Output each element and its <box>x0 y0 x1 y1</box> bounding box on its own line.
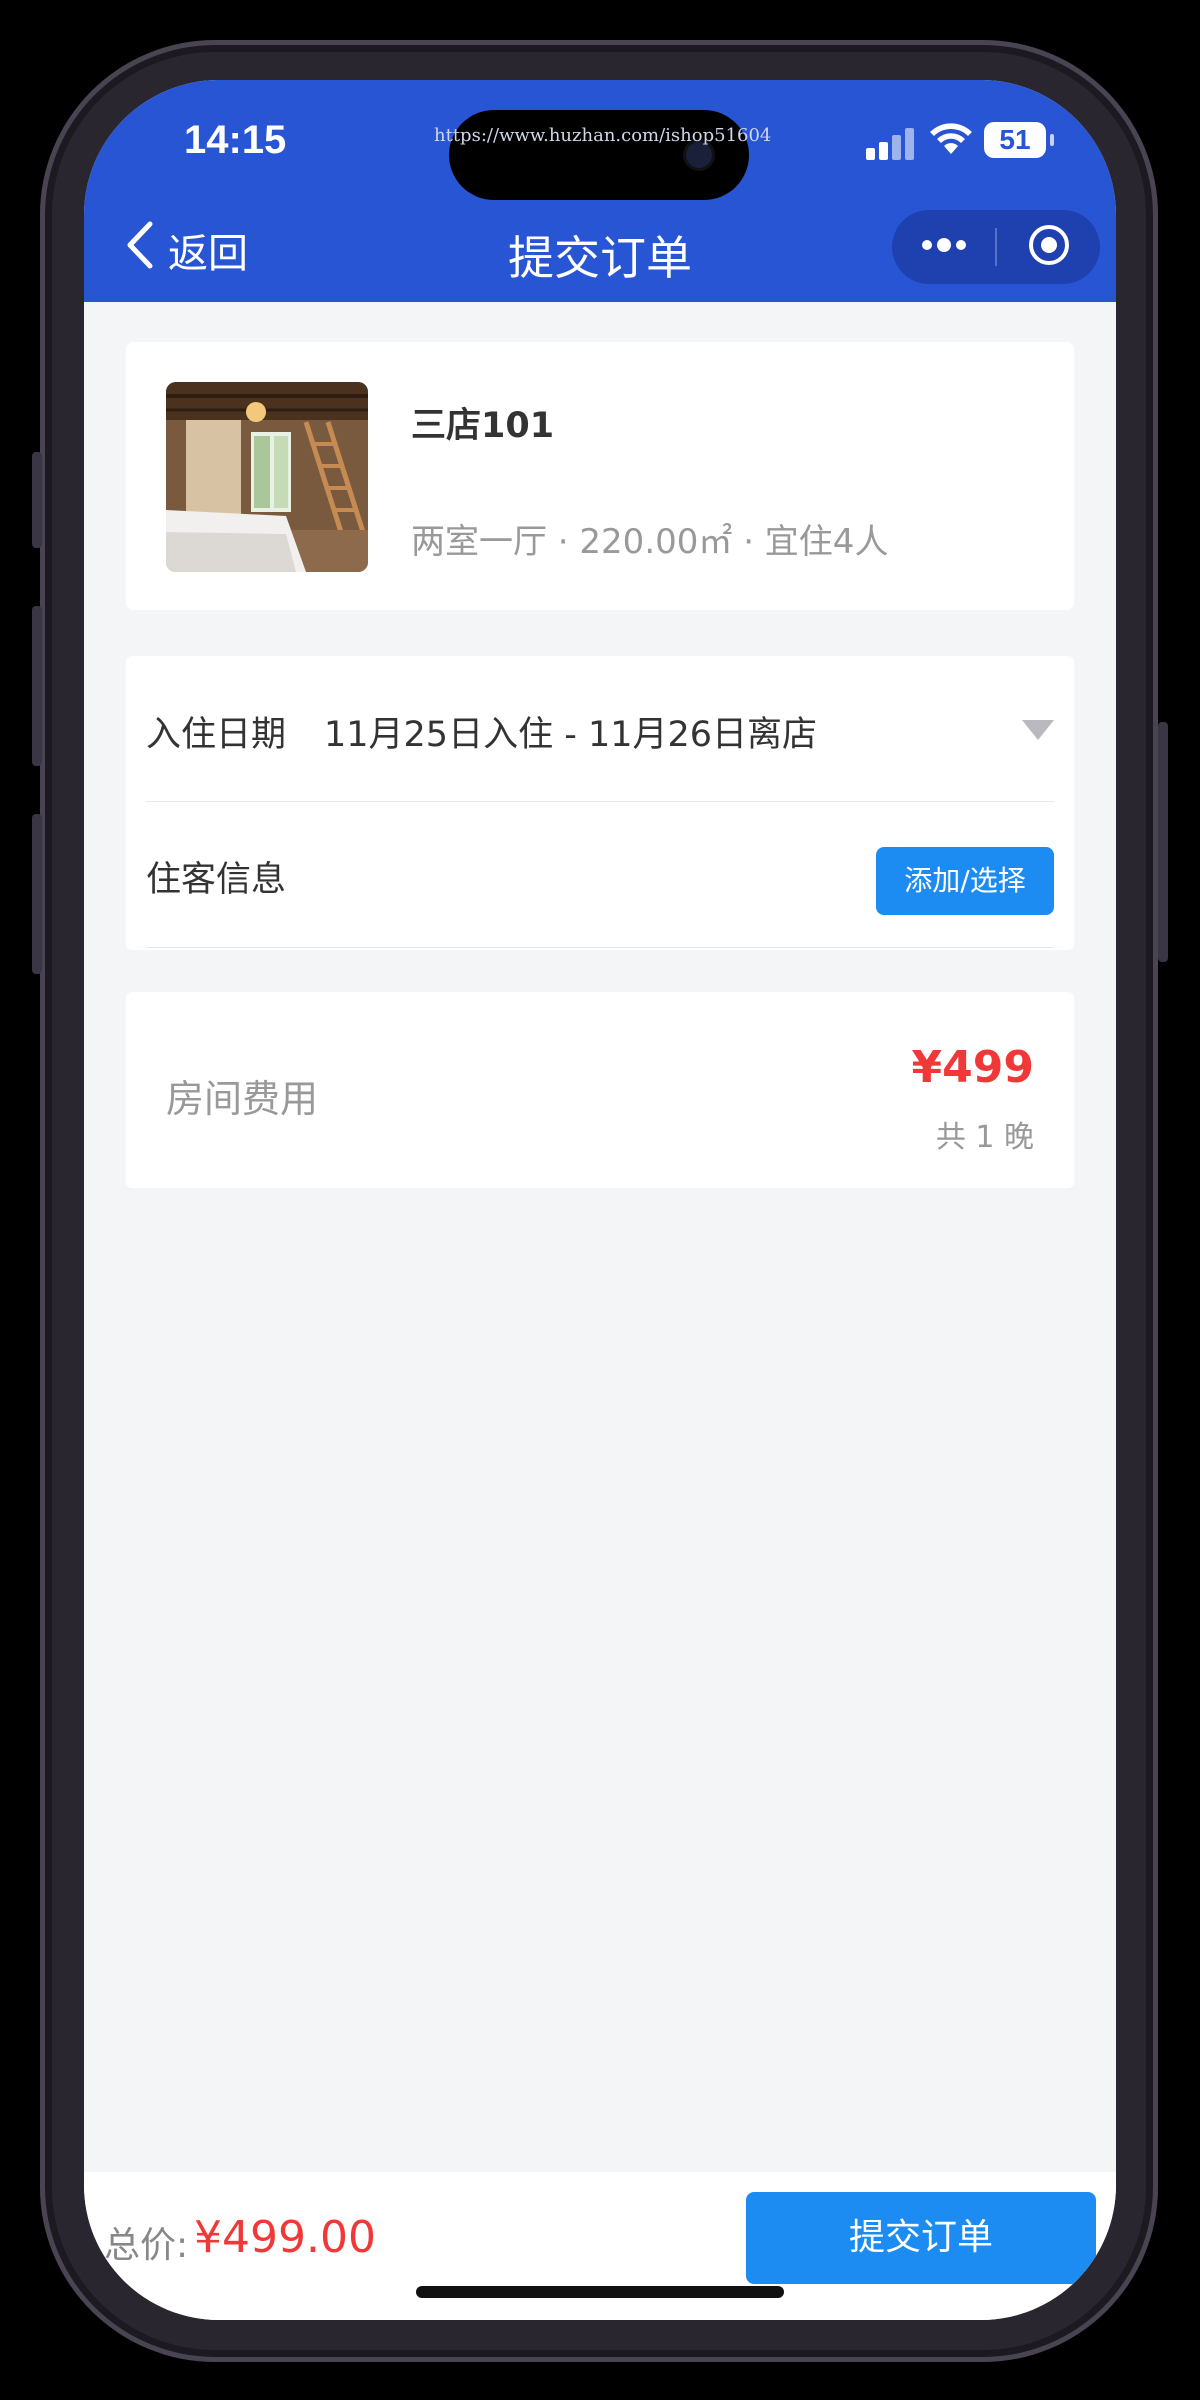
dropdown-triangle-icon <box>1022 720 1054 744</box>
submit-order-button[interactable]: 提交订单 <box>746 2192 1096 2284</box>
power-button <box>1158 722 1168 962</box>
guest-info-label: 住客信息 <box>146 860 287 900</box>
room-card: 三店101 两室一厅 · 220.00㎡ · 宜住4人 <box>126 342 1074 610</box>
checkin-date-value: 11月25日入住 - 11月26日离店 <box>324 715 818 755</box>
checkin-date-label: 入住日期 <box>146 715 287 755</box>
total-price-label: 总价: <box>104 2225 189 2266</box>
room-fee-nights: 共 1 晚 <box>935 1120 1034 1155</box>
signal-icon <box>866 126 916 160</box>
room-fee-price: ¥499 <box>911 1042 1034 1093</box>
header-bar: 14:15 https://www.huzhan.com/ishop51604 … <box>84 80 1116 302</box>
mini-program-capsule <box>892 210 1100 284</box>
home-indicator <box>416 2286 784 2298</box>
room-description: 两室一厅 · 220.00㎡ · 宜住4人 <box>411 522 889 562</box>
status-time: 14:15 <box>184 118 287 162</box>
battery-icon: 51 <box>984 122 1054 158</box>
screen: 14:15 https://www.huzhan.com/ishop51604 … <box>84 80 1116 2320</box>
target-circle-icon <box>1027 223 1071 271</box>
close-miniprogram-button[interactable] <box>997 210 1100 284</box>
room-fee-label: 房间费用 <box>166 1077 319 1121</box>
total-price-amount: ¥499.00 <box>194 2212 376 2263</box>
room-name: 三店101 <box>411 406 555 446</box>
volume-down-button <box>32 814 42 974</box>
watermark-text: https://www.huzhan.com/ishop51604 <box>434 125 772 146</box>
more-dots-icon <box>919 235 969 259</box>
room-photo <box>166 382 368 572</box>
more-button[interactable] <box>892 210 995 284</box>
guest-info-row: 住客信息 添加/选择 <box>146 801 1054 948</box>
checkin-date-row[interactable]: 入住日期 11月25日入住 - 11月26日离店 <box>146 656 1054 802</box>
volume-up-button <box>32 606 42 766</box>
wifi-icon <box>929 122 973 160</box>
silent-switch <box>32 452 42 548</box>
stay-info-card: 入住日期 11月25日入住 - 11月26日离店 住客信息 添加/选择 <box>126 656 1074 950</box>
add-guest-button[interactable]: 添加/选择 <box>876 847 1054 915</box>
room-fee-card: 房间费用 ¥499 共 1 晚 <box>126 992 1074 1188</box>
